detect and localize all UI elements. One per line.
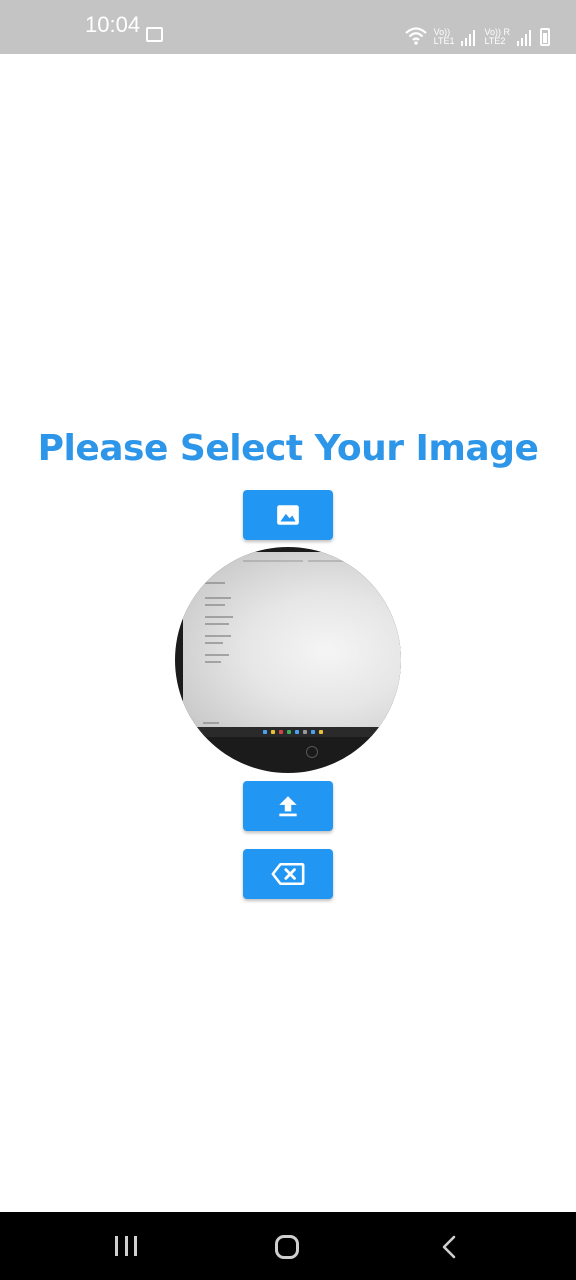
home-button[interactable] — [275, 1235, 299, 1259]
signal-icon-2 — [517, 30, 531, 46]
select-image-button[interactable] — [243, 490, 333, 540]
upload-button[interactable] — [243, 781, 333, 831]
sim1-indicator: Vo)) LTE1 — [434, 28, 455, 46]
preview-photo — [183, 552, 401, 732]
navigation-bar — [0, 1212, 576, 1280]
sim1-network-label: LTE1 — [433, 36, 455, 46]
signal-icon — [461, 30, 476, 46]
upload-icon — [279, 796, 297, 817]
battery-icon — [540, 28, 550, 46]
gallery-notification-icon — [146, 27, 163, 42]
hp-logo — [306, 746, 318, 758]
status-bar: 10:04 Vo)) LTE1 Vo)) R LTE2 — [0, 0, 576, 54]
image-icon — [277, 505, 299, 525]
backspace-icon — [271, 862, 305, 886]
page-title: Please Select Your Image — [37, 428, 539, 469]
back-button[interactable] — [438, 1234, 460, 1260]
clear-image-button[interactable] — [243, 849, 333, 899]
sim2-indicator: Vo)) R LTE2 — [484, 28, 510, 46]
wifi-icon — [404, 27, 427, 45]
sim2-network-label: LTE2 — [484, 36, 506, 46]
recents-button[interactable] — [115, 1236, 137, 1256]
selected-image-preview — [175, 547, 401, 773]
preview-taskbar — [175, 727, 401, 737]
status-time: 10:04 — [85, 12, 141, 37]
status-icons: Vo)) LTE1 Vo)) R LTE2 — [404, 20, 550, 46]
